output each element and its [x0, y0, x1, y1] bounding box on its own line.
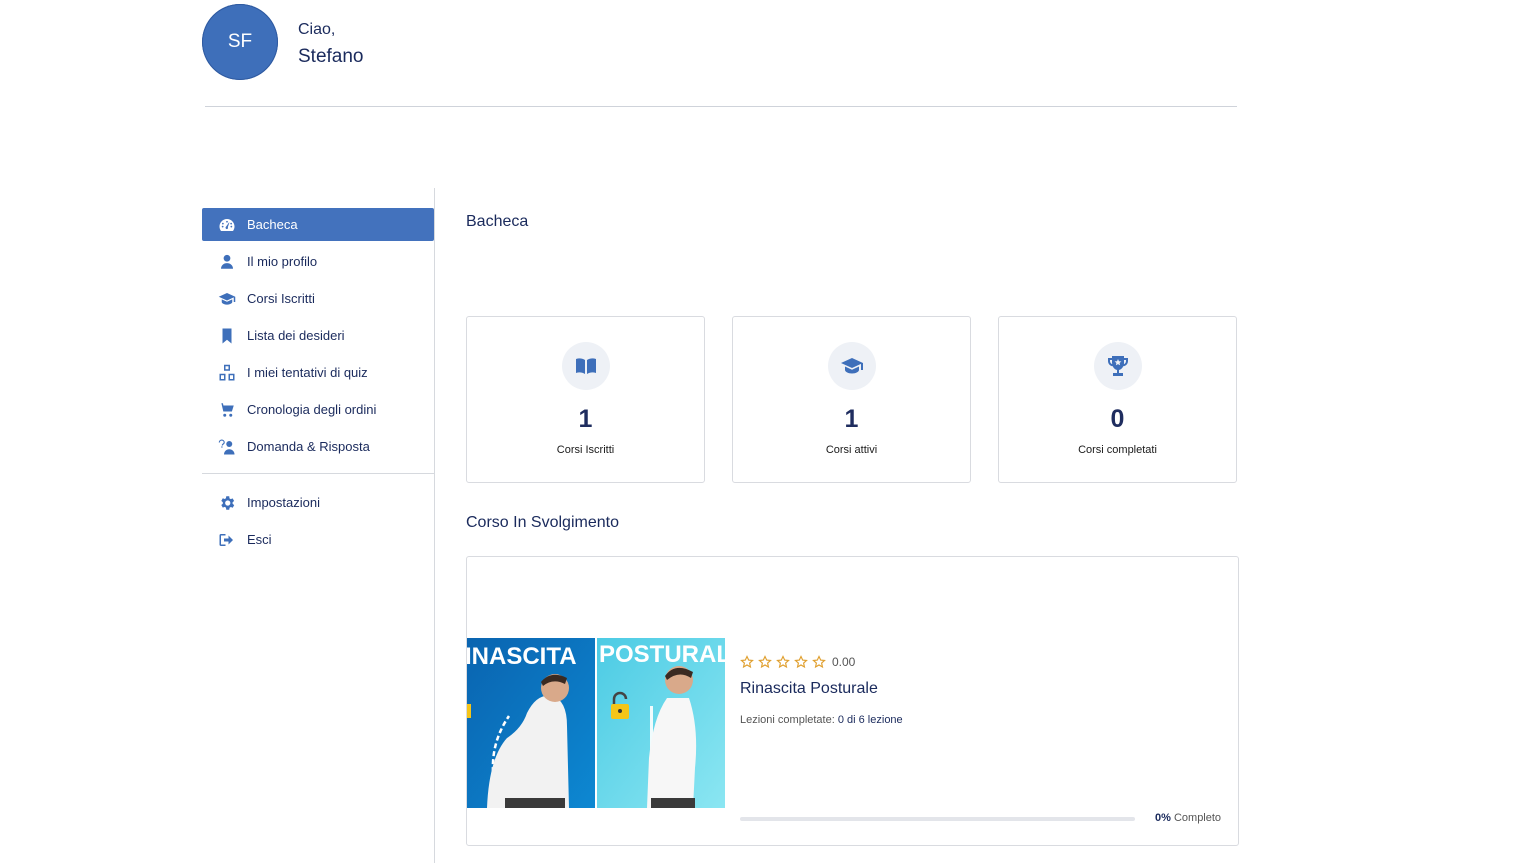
lessons-label: Lezioni completate: — [740, 714, 835, 726]
open-book-icon — [561, 342, 610, 390]
course-progress-bar — [740, 817, 1135, 821]
progress-text: 0% Completo — [1155, 812, 1221, 824]
stat-value: 1 — [844, 405, 859, 433]
stat-value: 1 — [578, 405, 593, 433]
sidebar-item-label: Domanda & Risposta — [247, 439, 370, 454]
page-title: Bacheca — [466, 213, 529, 230]
sidebar-item-domanda-risposta[interactable]: Domanda & Risposta — [202, 430, 434, 463]
graduation-cap-icon — [218, 290, 236, 308]
stat-label: Corsi completati — [1078, 444, 1157, 456]
sidebar-item-esci[interactable]: Esci — [202, 523, 434, 556]
course-title-link[interactable]: Rinascita Posturale — [740, 680, 878, 698]
sidebar-item-label: Cronologia degli ordini — [247, 402, 377, 417]
header-divider — [205, 106, 1237, 107]
in-progress-title: Corso In Svolgimento — [466, 514, 619, 531]
star-icon — [776, 655, 790, 669]
cart-icon — [218, 401, 236, 419]
stat-card-enrolled: 1 Corsi Iscritti — [466, 316, 705, 483]
star-icon — [812, 655, 826, 669]
sidebar-item-label: Il mio profilo — [247, 254, 318, 269]
user-avatar[interactable]: SF — [202, 4, 278, 80]
star-icon — [740, 655, 754, 669]
sidebar-item-label: Lista dei desideri — [247, 328, 345, 343]
sidebar-item-desideri[interactable]: Lista dei desideri — [202, 319, 434, 352]
course-rating: 0.00 — [740, 655, 855, 669]
sidebar-item-quiz[interactable]: I miei tentativi di quiz — [202, 356, 434, 389]
star-icon — [794, 655, 808, 669]
sidebar-item-label: Bacheca — [247, 217, 298, 232]
sidebar-item-label: I miei tentativi di quiz — [247, 365, 368, 380]
lessons-value: 0 di 6 lezione — [837, 714, 903, 726]
sidebar-item-label: Impostazioni — [247, 495, 320, 510]
thumbnail-text-left: INASCITA — [467, 643, 577, 670]
trophy-icon — [1093, 342, 1142, 390]
stat-card-active: 1 Corsi attivi — [732, 316, 971, 483]
question-answer-icon — [218, 438, 236, 456]
quiz-blocks-icon — [218, 364, 236, 382]
sidebar-item-profilo[interactable]: Il mio profilo — [202, 245, 434, 278]
user-icon — [218, 253, 236, 271]
star-icon — [758, 655, 772, 669]
sidebar-item-label: Esci — [247, 532, 272, 547]
sidebar: Bacheca Il mio profilo Corsi Iscritti Li… — [202, 188, 435, 863]
sidebar-nav: Bacheca Il mio profilo Corsi Iscritti Li… — [202, 208, 434, 467]
sidebar-item-ordini[interactable]: Cronologia degli ordini — [202, 393, 434, 426]
stat-card-completed: 0 Corsi completati — [998, 316, 1237, 483]
stat-label: Corsi Iscritti — [556, 444, 615, 456]
progress-suffix: Completo — [1173, 812, 1222, 824]
sidebar-item-corsi-iscritti[interactable]: Corsi Iscritti — [202, 282, 434, 315]
course-thumbnail[interactable]: INASCITA POSTURAL — [467, 638, 725, 808]
greeting-text: Ciao, — [298, 21, 336, 38]
sidebar-item-label: Corsi Iscritti — [247, 291, 315, 306]
thumbnail-text-right: POSTURAL — [599, 641, 725, 668]
rating-value: 0.00 — [832, 655, 856, 669]
stat-value: 0 — [1110, 405, 1125, 433]
lessons-completed: Lezioni completate: 0 di 6 lezione — [740, 714, 903, 726]
sidebar-divider — [202, 473, 434, 474]
sidebar-item-impostazioni[interactable]: Impostazioni — [202, 486, 434, 519]
dashboard-gauge-icon — [218, 216, 236, 234]
sidebar-item-bacheca[interactable]: Bacheca — [202, 208, 434, 241]
stat-label: Corsi attivi — [825, 444, 878, 456]
progress-percent: 0% — [1155, 812, 1171, 824]
logout-icon — [218, 531, 236, 549]
gear-icon — [218, 494, 236, 512]
user-name: Stefano — [298, 46, 364, 67]
bookmark-icon — [218, 327, 236, 345]
graduation-cap-icon — [827, 342, 876, 390]
course-card[interactable]: INASCITA POSTURAL 0.00 Rinascita Postura… — [466, 556, 1239, 846]
